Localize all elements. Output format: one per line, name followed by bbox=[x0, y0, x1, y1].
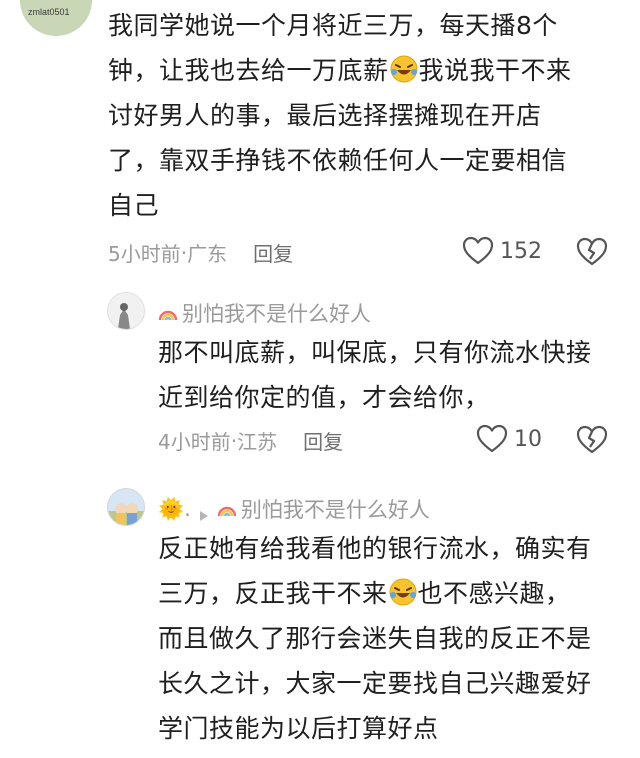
comment-line: 钟，让我也去给一万底薪 我说我干不来 bbox=[108, 48, 628, 93]
replier-avatar[interactable] bbox=[107, 292, 145, 330]
reply-line: 近到给你定的值，才会给你， bbox=[158, 383, 490, 412]
comment-line: 讨好男人的事，最后选择摆摊现在开店 bbox=[108, 101, 542, 130]
rainbow-icon bbox=[158, 303, 178, 323]
reply-meta: 4小时前 · 江苏 回复 bbox=[158, 426, 343, 455]
like-count: 152 bbox=[500, 238, 542, 264]
reply-line: 那不叫底薪，叫保底，只有你流水快接 bbox=[158, 338, 592, 367]
reply-line: 反正她有给我看他的银行流水，确实有 bbox=[158, 534, 592, 563]
replier-avatar[interactable] bbox=[107, 488, 145, 526]
heart-outline-icon bbox=[462, 236, 494, 266]
comment-line: 我同学她说一个月将近三万，每天播8个 bbox=[108, 11, 558, 40]
reply-button[interactable]: 回复 bbox=[303, 426, 343, 455]
avatar-caption: zmlat0501 bbox=[28, 7, 70, 17]
broken-heart-icon bbox=[576, 425, 608, 454]
like-button[interactable]: 152 bbox=[462, 236, 542, 266]
reply-button[interactable]: 回复 bbox=[253, 238, 293, 267]
timestamp: 4小时前 bbox=[158, 430, 231, 454]
author-name: 别怕我不是什么好人 bbox=[182, 302, 371, 326]
broken-heart-icon bbox=[576, 237, 608, 266]
play-arrow-icon bbox=[199, 503, 209, 521]
author-name[interactable]: 🌞. bbox=[158, 497, 191, 522]
comment-text: 我同学她说一个月将近三万，每天播8个 钟，让我也去给一万底薪 我说我干不来 讨好男… bbox=[108, 3, 628, 228]
reply-author-line: 🌞. 别怕我不是什么好人 bbox=[158, 494, 430, 524]
rofl-emoji-icon bbox=[388, 576, 418, 606]
rainbow-icon bbox=[217, 499, 237, 519]
reply-target-name[interactable]: 别怕我不是什么好人 bbox=[241, 494, 430, 524]
reply-line: 长久之计，大家一定要找自己兴趣爱好 bbox=[158, 669, 592, 698]
reply-author[interactable]: 别怕我不是什么好人 bbox=[158, 298, 371, 328]
reply-text: 那不叫底薪，叫保底，只有你流水快接 近到给你定的值，才会给你， bbox=[158, 330, 628, 420]
comment-line: 自己 bbox=[108, 191, 160, 220]
like-count: 10 bbox=[514, 426, 542, 452]
reply-text: 反正她有给我看他的银行流水，确实有 三万，反正我干不来 也不感兴趣， 而且做久了那… bbox=[158, 526, 628, 751]
comment-meta: 5小时前 · 广东 回复 bbox=[108, 238, 293, 267]
commenter-avatar[interactable]: zmlat0501 bbox=[20, 0, 92, 36]
reply-line: 三万，反正我干不来 也不感兴趣， bbox=[158, 571, 628, 616]
reply-line: 学门技能为以后打算好点 bbox=[158, 714, 439, 743]
location: 广东 bbox=[187, 242, 228, 266]
comment-line: 了，靠双手挣钱不依赖任何人一定要相信 bbox=[108, 146, 568, 175]
location: 江苏 bbox=[237, 430, 278, 454]
dislike-button[interactable] bbox=[576, 425, 608, 455]
reply-line: 而且做久了那行会迷失自我的反正不是 bbox=[158, 624, 592, 653]
dislike-button[interactable] bbox=[576, 237, 608, 267]
timestamp: 5小时前 bbox=[108, 242, 181, 266]
heart-outline-icon bbox=[476, 424, 508, 454]
rofl-emoji-icon bbox=[389, 53, 419, 83]
like-button[interactable]: 10 bbox=[476, 424, 542, 454]
